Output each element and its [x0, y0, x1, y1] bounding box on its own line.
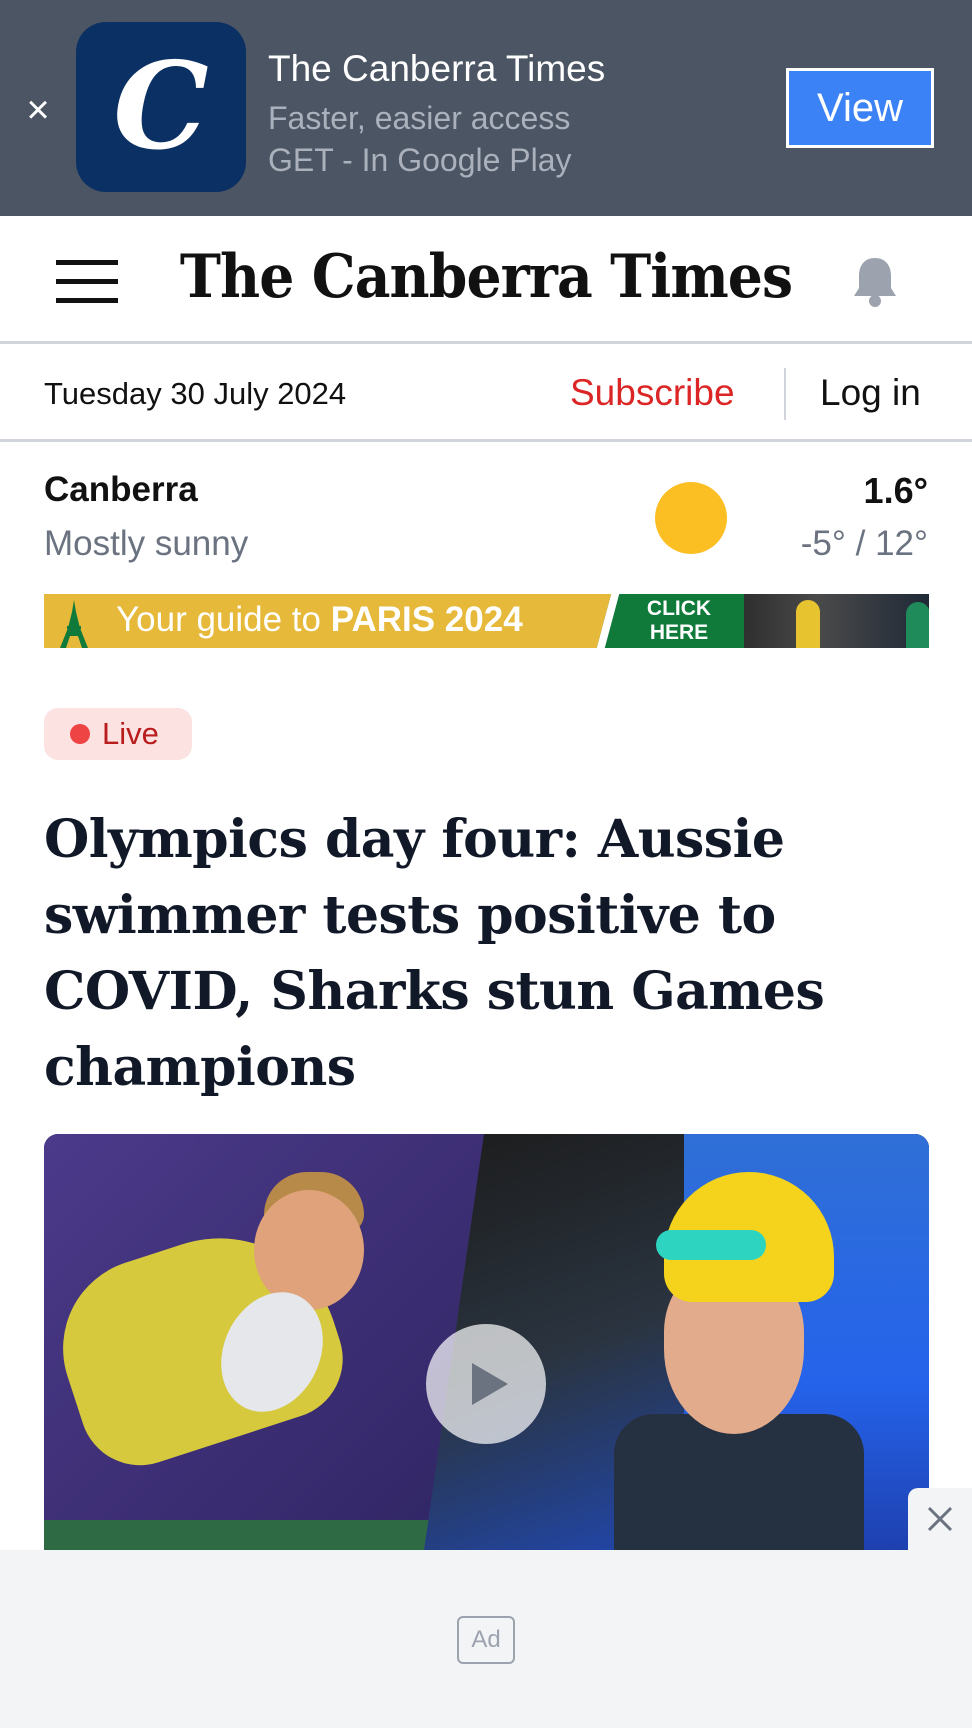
- click-here-button[interactable]: CLICK HERE: [624, 597, 734, 645]
- close-banner-button[interactable]: ×: [20, 88, 56, 132]
- advertisement: Ad: [0, 1550, 972, 1728]
- masthead: The Canberra Times: [0, 216, 972, 344]
- rugby-field: [44, 1520, 444, 1550]
- athletes-photo: [744, 594, 929, 648]
- paris-banner-text: Your guide to PARIS 2024: [116, 600, 523, 640]
- current-temperature: 1.6°: [863, 470, 928, 511]
- app-tagline: Faster, easier access: [268, 100, 571, 136]
- weather-city: Canberra: [44, 470, 198, 509]
- site-logo[interactable]: The Canberra Times: [39, 242, 933, 312]
- current-date: Tuesday 30 July 2024: [44, 376, 347, 411]
- eiffel-tower-icon: [56, 598, 92, 648]
- live-badge: Live: [44, 708, 192, 760]
- paris-banner-prefix: Your guide to: [116, 600, 331, 639]
- subscribe-link[interactable]: Subscribe: [570, 372, 735, 414]
- paris-2024-promo-banner[interactable]: Your guide to PARIS 2024 CLICK HERE: [44, 594, 929, 648]
- rugby-player-head: [254, 1190, 364, 1310]
- click-here-line1: CLICK: [646, 597, 712, 620]
- click-here-line2: HERE: [649, 621, 709, 644]
- article-headline[interactable]: Olympics day four: Aussie swimmer tests …: [44, 802, 904, 1106]
- sun-icon: [655, 482, 727, 554]
- bell-icon[interactable]: [850, 254, 900, 308]
- close-ad-button[interactable]: [908, 1488, 972, 1550]
- goggles: [656, 1230, 766, 1260]
- athlete-figure: [796, 600, 820, 648]
- app-name: The Canberra Times: [268, 48, 606, 89]
- divider: [784, 368, 786, 420]
- play-icon: [472, 1363, 508, 1405]
- app-icon: C: [76, 22, 246, 192]
- play-video-button[interactable]: [426, 1324, 546, 1444]
- athlete-figure: [906, 602, 929, 648]
- live-dot-icon: [70, 724, 90, 744]
- close-icon: [927, 1506, 953, 1532]
- date-bar: Tuesday 30 July 2024 Subscribe Log in: [0, 346, 972, 442]
- app-install-banner: × C The Canberra Times Faster, easier ac…: [0, 0, 972, 216]
- ad-label: Ad: [457, 1616, 515, 1664]
- live-label: Live: [102, 716, 159, 751]
- app-store-text: GET - In Google Play: [268, 142, 572, 178]
- paris-banner-bold: PARIS 2024: [330, 600, 523, 639]
- view-app-button[interactable]: View: [786, 68, 934, 148]
- swimsuit: [614, 1414, 864, 1550]
- app-icon-letter: C: [113, 36, 209, 177]
- weather-widget[interactable]: Canberra Mostly sunny 1.6° -5° / 12°: [0, 444, 972, 590]
- login-link[interactable]: Log in: [820, 372, 921, 414]
- temperature-range: -5° / 12°: [800, 524, 928, 563]
- article-hero-video[interactable]: [44, 1134, 929, 1550]
- weather-condition: Mostly sunny: [44, 524, 249, 563]
